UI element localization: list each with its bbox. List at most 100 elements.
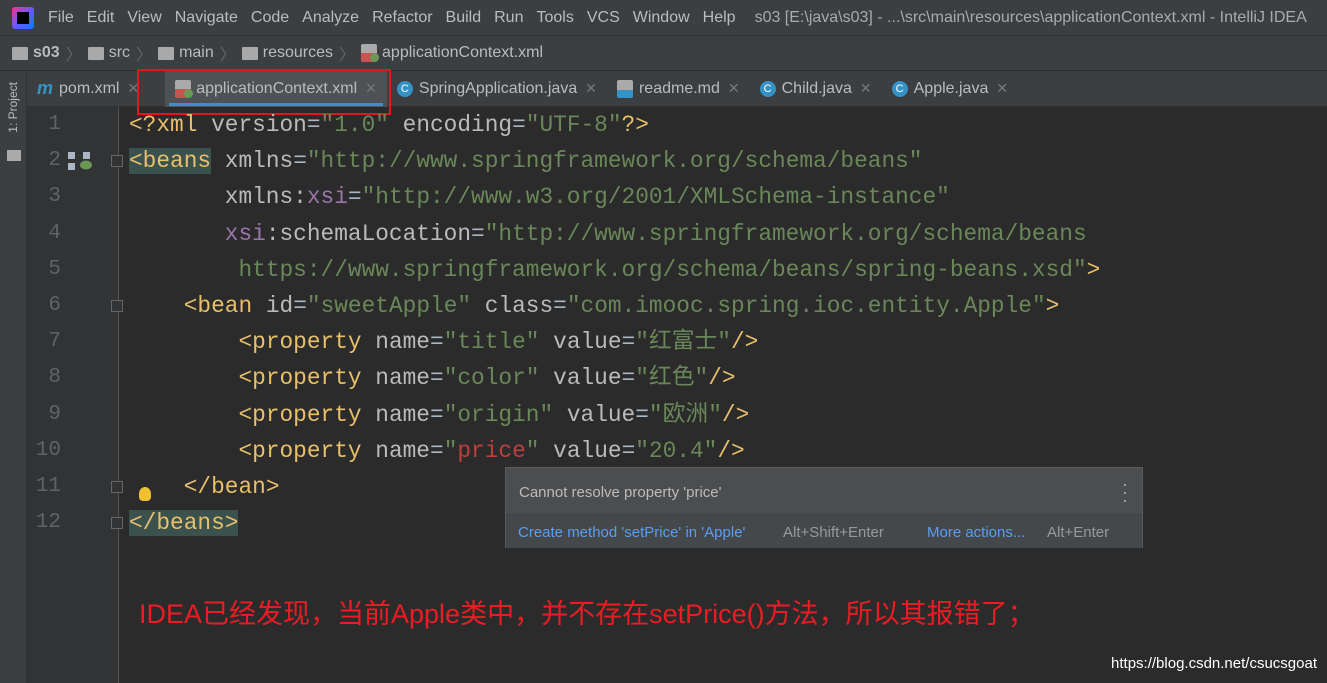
tab-label: pom.xml (59, 79, 120, 97)
code-token: "红富士" (635, 329, 731, 356)
code-token: = (471, 220, 485, 247)
breadcrumb-label: main (179, 44, 214, 61)
folder-icon (241, 46, 258, 60)
code-token: value (566, 401, 636, 428)
menu-code[interactable]: Code (251, 9, 289, 27)
breadcrumb-item[interactable]: s03 (12, 44, 60, 62)
line-number: 12 (35, 511, 61, 535)
code-line: 10 <property name="price" value="20.4"/> (0, 433, 1327, 469)
chevron-right-icon: 〉 (339, 47, 356, 64)
lightbulb-icon[interactable] (139, 487, 151, 501)
code-line: 3 xmlns:xsi="http://www.w3.org/2001/XMLS… (0, 179, 1327, 215)
menu-window[interactable]: Window (633, 9, 690, 27)
code-token: = (430, 437, 444, 464)
more-options-icon[interactable]: · · · (1122, 475, 1128, 509)
code-token: ?> (621, 112, 649, 138)
line-number: 1 (48, 113, 61, 136)
code-text: <?xml version="1.0" encoding="UTF-8"?> (129, 107, 649, 143)
code-token: "origin" (443, 401, 554, 428)
tab-child-java[interactable]: C Child.java ✕ (750, 71, 882, 107)
close-icon[interactable]: ✕ (728, 80, 740, 97)
menu-refactor[interactable]: Refactor (372, 9, 432, 27)
code-token: xsi (306, 184, 348, 211)
menu-run[interactable]: Run (494, 9, 523, 27)
menu-tools[interactable]: Tools (536, 9, 573, 27)
menu-file[interactable]: File (48, 9, 74, 27)
close-icon[interactable]: ✕ (996, 80, 1008, 97)
breadcrumb-item[interactable]: main (158, 44, 214, 62)
menu-help[interactable]: Help (703, 9, 736, 27)
code-token: https://www.springframework.org/schema/b… (238, 256, 1087, 283)
create-method-action[interactable]: Create method 'setPrice' in 'Apple' (518, 524, 745, 541)
code-token: name (375, 401, 430, 428)
menu-edit[interactable]: Edit (87, 9, 115, 27)
fold-open-icon[interactable] (111, 155, 123, 168)
code-token: value (553, 437, 622, 464)
code-token: id (265, 293, 294, 319)
code-token: version (211, 112, 307, 138)
code-token: <property (238, 329, 376, 356)
fold-close-icon[interactable] (111, 517, 123, 530)
code-token: = (430, 365, 444, 392)
code-token: :schemaLocation (265, 220, 472, 247)
code-token: <property (238, 401, 376, 428)
create-method-shortcut: Alt+Shift+Enter (783, 524, 884, 541)
fold-open-icon[interactable] (111, 300, 123, 312)
code-token: "红色" (635, 365, 709, 392)
menu-analyze[interactable]: Analyze (302, 9, 359, 27)
more-actions-link[interactable]: More actions... (927, 524, 1025, 541)
code-token: = (553, 293, 567, 319)
breadcrumb-item[interactable]: applicationContext.xml (361, 44, 543, 62)
breadcrumb-item[interactable]: src (87, 44, 130, 62)
code-token: <property (238, 437, 376, 464)
menu-vcs[interactable]: VCS (587, 9, 620, 27)
menu-view[interactable]: View (127, 9, 161, 27)
tab-label: Apple.java (913, 79, 989, 97)
code-token: encoding (402, 112, 513, 138)
code-text: <property name="title" value="红富士"/> (129, 324, 758, 360)
tab-readme-md[interactable]: readme.md ✕ (607, 71, 750, 107)
annotation-text: IDEA已经发现，当前Apple类中，并不存在setPrice()方法，所以其报… (139, 599, 1035, 629)
more-actions-shortcut: Alt+Enter (1047, 524, 1110, 541)
markdown-icon (616, 79, 633, 98)
fold-close-icon[interactable] (111, 481, 123, 493)
code-token: = (621, 365, 636, 392)
close-icon[interactable]: ✕ (585, 80, 597, 97)
breadcrumb-label: s03 (33, 44, 60, 61)
breadcrumb-label: applicationContext.xml (382, 44, 543, 61)
code-token: name (375, 437, 430, 464)
folder-icon (158, 46, 175, 60)
breadcrumb-item[interactable]: resources (241, 44, 333, 62)
close-icon[interactable]: ✕ (860, 80, 872, 97)
code-token: </beans> (129, 510, 239, 537)
line-number: 9 (48, 402, 61, 426)
code-token: price (457, 437, 526, 464)
menu-build[interactable]: Build (446, 9, 482, 27)
tab-apple-java[interactable]: C Apple.java ✕ (882, 71, 1018, 107)
code-line: 7 <property name="title" value="红富士"/> (0, 324, 1327, 360)
tab-pom-xml[interactable]: m pom.xml ✕ (27, 71, 149, 107)
code-text: <property name="color" value="红色"/> (129, 360, 735, 396)
menu-navigate[interactable]: Navigate (175, 9, 238, 27)
code-token: > (1086, 256, 1101, 283)
code-text: xsi:schemaLocation="http://www.springfra… (129, 216, 1087, 252)
code-token: > (1045, 293, 1060, 319)
code-token: "1.0" (320, 112, 389, 138)
code-line: 6 <bean id="sweetApple" class="com.imooc… (0, 288, 1327, 324)
tab-springapplication-java[interactable]: C SpringApplication.java ✕ (387, 71, 607, 107)
code-token: "UTF-8" (525, 112, 622, 138)
line-number: 8 (48, 366, 61, 390)
code-line: 1 <?xml version="1.0" encoding="UTF-8"?> (0, 107, 1327, 143)
